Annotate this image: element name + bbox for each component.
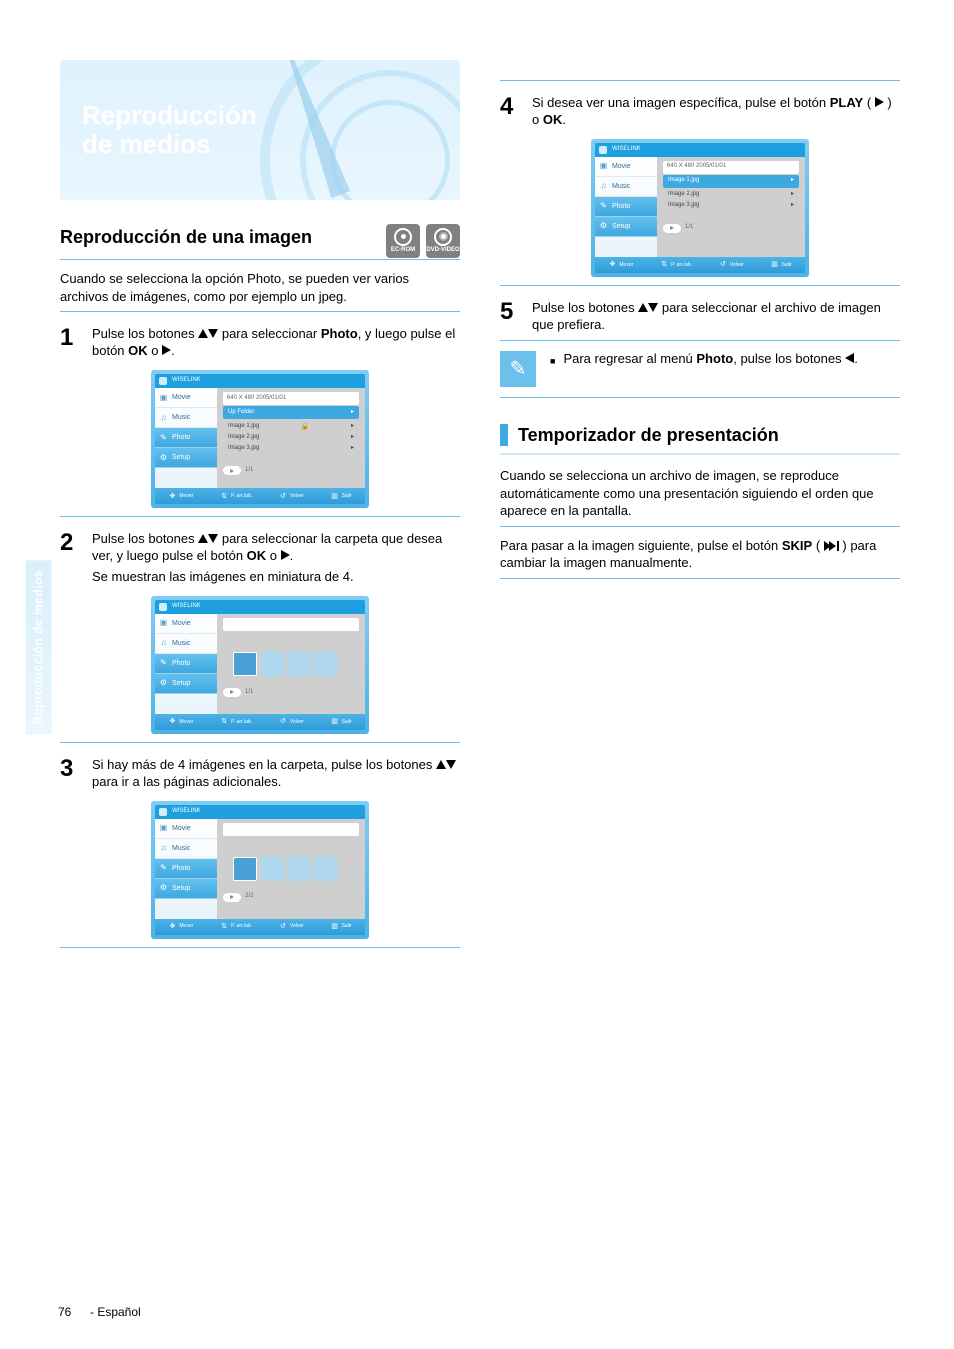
- divider: [500, 526, 900, 527]
- divider: [60, 311, 460, 312]
- dvd-video-badge: DVD-VIDEO: [426, 224, 460, 258]
- step-4: 4 Si desea ver una imagen específica, pu…: [500, 91, 900, 129]
- down-arrow-icon: [208, 534, 218, 543]
- up-arrow-icon: [436, 760, 446, 769]
- subsection-p1: Cuando se selecciona un archivo de image…: [500, 467, 900, 520]
- divider: [500, 80, 900, 81]
- ui-screenshot-1: WISELINK ▣Movie ♫Music ✎Photo ⚙Setup 640…: [151, 370, 369, 508]
- right-arrow-icon: [281, 550, 290, 560]
- right-arrow-icon: [162, 345, 171, 355]
- step-2: 2 Pulse los botones para seleccionar la …: [60, 527, 460, 586]
- up-arrow-icon: [638, 303, 648, 312]
- left-arrow-icon: [845, 353, 854, 363]
- subsection-heading: Temporizador de presentación: [500, 424, 900, 447]
- ui-screenshot-3: WISELINK ▣Movie ♫Music ✎Photo ⚙Setup: [151, 801, 369, 939]
- divider: [60, 516, 460, 517]
- down-arrow-icon: [648, 303, 658, 312]
- divider: [60, 259, 460, 260]
- down-arrow-icon: [208, 329, 218, 338]
- page-number: 76: [58, 1305, 71, 1321]
- page-footer: - Español: [90, 1305, 141, 1321]
- hero-banner: Reproducciónde medios: [60, 60, 460, 200]
- step-3: 3 Si hay más de 4 imágenes en la carpeta…: [60, 753, 460, 791]
- disc-graphic: [260, 60, 460, 200]
- hero-title: Reproducciónde medios: [82, 101, 257, 158]
- divider: [500, 340, 900, 341]
- up-arrow-icon: [198, 534, 208, 543]
- divider: [500, 578, 900, 579]
- divider-thick: [500, 453, 900, 455]
- divider: [500, 397, 900, 398]
- step-5: 5 Pulse los botones para seleccionar el …: [500, 296, 900, 334]
- section-title: Reproducción de una imagen EC-ROM DVD-VI…: [60, 226, 460, 249]
- divider: [500, 285, 900, 286]
- down-arrow-icon: [446, 760, 456, 769]
- side-tab-label: Reproducción de medios: [26, 560, 52, 734]
- up-arrow-icon: [198, 329, 208, 338]
- ui-screenshot-2: WISELINK ▣Movie ♫Music ✎Photo ⚙Setup: [151, 596, 369, 734]
- play-icon: [875, 97, 884, 107]
- divider: [60, 947, 460, 948]
- note-icon: ✎: [500, 351, 536, 387]
- ec-rom-badge: EC-ROM: [386, 224, 420, 258]
- ui-screenshot-4: WISELINK ▣Movie ♫Music ✎Photo ⚙Setup 640…: [591, 139, 809, 277]
- subsection-p2: Para pasar a la imagen siguiente, pulse …: [500, 537, 900, 572]
- note-box: ✎ Para regresar al menú Photo, pulse los…: [500, 351, 900, 387]
- intro-text: Cuando se selecciona la opción Photo, se…: [60, 270, 460, 305]
- step-1: 1 Pulse los botones para seleccionar Pho…: [60, 322, 460, 360]
- skip-next-icon: [824, 541, 839, 551]
- divider: [60, 742, 460, 743]
